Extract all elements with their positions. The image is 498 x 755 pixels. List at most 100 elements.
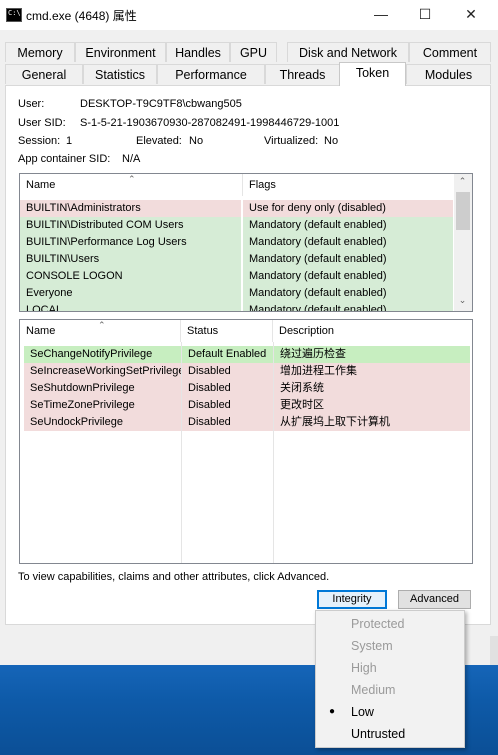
tab-statistics[interactable]: Statistics (83, 64, 157, 84)
table-row[interactable]: BUILTIN\Distributed COM Users Mandatory (… (20, 217, 454, 234)
table-row[interactable]: LOCAL Mandatory (default enabled) (20, 302, 454, 311)
privileges-status-header[interactable]: Status (181, 320, 273, 342)
table-row[interactable]: SeUndockPrivilege Disabled 从扩展坞上取下计算机 (20, 414, 472, 431)
group-flags-cell: Mandatory (default enabled) (243, 251, 453, 268)
privilege-status-cell: Disabled (182, 397, 273, 414)
menu-item-system: System (316, 635, 464, 657)
table-row[interactable]: CONSOLE LOGON Mandatory (default enabled) (20, 268, 454, 285)
privileges-list[interactable]: ⌃ Name Status Description SeChangeNotify… (19, 319, 473, 564)
privilege-status-cell: Disabled (182, 380, 273, 397)
menu-item-medium: Medium (316, 679, 464, 701)
group-flags-cell: Mandatory (default enabled) (243, 268, 453, 285)
close-button[interactable]: ✕ (448, 0, 494, 28)
tab-handles[interactable]: Handles (166, 42, 230, 62)
tab-token[interactable]: Token (339, 62, 406, 86)
title-bar[interactable]: cmd.exe (4648) 属性 — ☐ ✕ (0, 0, 498, 30)
group-name-cell: Everyone (20, 285, 241, 302)
menu-item-high: High (316, 657, 464, 679)
groups-scrollbar[interactable]: ⌃ ⌄ (454, 174, 472, 311)
properties-window: cmd.exe (4648) 属性 — ☐ ✕ Memory Environme… (0, 0, 498, 665)
app-container-sid-label: App container SID: (18, 153, 111, 165)
column-divider (181, 342, 182, 563)
menu-item-label: Protected (351, 617, 405, 631)
tab-comment[interactable]: Comment (409, 42, 491, 62)
scroll-down-icon[interactable]: ⌄ (454, 295, 471, 306)
privilege-description-cell: 更改时区 (274, 397, 470, 414)
group-flags-cell: Mandatory (default enabled) (243, 302, 453, 311)
tab-performance[interactable]: Performance (157, 64, 265, 84)
table-row[interactable]: SeChangeNotifyPrivilege Default Enabled 绕过… (20, 346, 472, 363)
window-edge-button (490, 636, 498, 665)
group-name-cell: BUILTIN\Distributed COM Users (20, 217, 241, 234)
tab-environment[interactable]: Environment (75, 42, 166, 62)
table-row[interactable]: BUILTIN\Users Mandatory (default enabled) (20, 251, 454, 268)
group-flags-cell: Mandatory (default enabled) (243, 234, 453, 251)
table-row[interactable]: BUILTIN\Performance Log Users Mandatory (… (20, 234, 454, 251)
groups-flags-header[interactable]: Flags (243, 174, 455, 196)
group-name-cell: BUILTIN\Users (20, 251, 241, 268)
privileges-name-header[interactable]: Name (20, 320, 181, 342)
integrity-button[interactable]: Integrity (317, 590, 387, 609)
privilege-name-cell: SeIncreaseWorkingSetPrivilege (24, 363, 181, 380)
privilege-status-cell: Default Enabled (182, 346, 273, 363)
scroll-up-icon[interactable]: ⌃ (454, 176, 471, 187)
tab-general[interactable]: General (5, 64, 83, 84)
privilege-name-cell: SeTimeZonePrivilege (24, 397, 181, 414)
integrity-menu[interactable]: Protected System High Medium Low ● Untrusted (315, 610, 465, 748)
radio-check-icon: ● (329, 706, 336, 717)
privilege-name-cell: SeShutdownPrivilege (24, 380, 181, 397)
table-row[interactable]: SeIncreaseWorkingSetPrivilege Disabled 增加进… (20, 363, 472, 380)
groups-name-header[interactable]: Name (20, 174, 243, 196)
session-value: 1 (66, 135, 73, 147)
group-flags-cell: Mandatory (default enabled) (243, 217, 453, 234)
privileges-description-header[interactable]: Description (273, 320, 472, 342)
privilege-name-cell: SeUndockPrivilege (24, 414, 181, 431)
column-divider (273, 342, 274, 563)
menu-item-low[interactable]: Low ● (316, 701, 464, 723)
window-title: cmd.exe (4648) 属性 (26, 9, 137, 23)
user-sid-value: S-1-5-21-1903670930-287082491-1998446729… (80, 117, 340, 129)
menu-item-label: Untrusted (351, 727, 406, 741)
tab-modules[interactable]: Modules (406, 64, 491, 84)
group-flags-cell: Mandatory (default enabled) (243, 285, 453, 302)
app-container-sid-value: N/A (122, 153, 141, 165)
privilege-description-cell: 关闭系统 (274, 380, 470, 397)
privilege-status-cell: Disabled (182, 363, 273, 380)
privilege-status-cell: Disabled (182, 414, 273, 431)
user-sid-label: User SID: (18, 117, 66, 129)
virtualized-value: No (324, 135, 339, 147)
tab-memory[interactable]: Memory (5, 42, 75, 62)
virtualized-label: Virtualized: (264, 135, 319, 147)
group-name-cell: CONSOLE LOGON (20, 268, 241, 285)
privilege-description-cell: 增加进程工作集 (274, 363, 470, 380)
advanced-button[interactable]: Advanced (398, 590, 471, 609)
privilege-description-cell: 从扩展坞上取下计算机 (274, 414, 470, 431)
table-row[interactable]: BUILTIN\Administrators Use for deny only … (20, 200, 454, 217)
scroll-thumb[interactable] (456, 192, 470, 230)
minimize-button[interactable]: — (358, 0, 404, 28)
advanced-hint-text: To view capabilities, claims and other a… (18, 571, 330, 583)
table-row[interactable]: SeTimeZonePrivilege Disabled 更改时区 (20, 397, 472, 414)
user-value: DESKTOP-T9C9TF8\cbwang505 (80, 98, 242, 110)
table-row[interactable]: SeShutdownPrivilege Disabled 关闭系统 (20, 380, 472, 397)
group-name-cell: LOCAL (20, 302, 241, 311)
group-name-cell: BUILTIN\Performance Log Users (20, 234, 241, 251)
menu-item-untrusted[interactable]: Untrusted (316, 723, 464, 745)
menu-item-label: Medium (351, 683, 396, 697)
menu-item-label: System (351, 639, 393, 653)
user-label: User: (18, 98, 45, 110)
cmd-app-icon (6, 8, 22, 22)
privilege-description-cell: 绕过遍历检查 (274, 346, 470, 363)
menu-item-label: High (351, 661, 377, 675)
menu-item-label: Low (351, 705, 374, 719)
table-row[interactable]: Everyone Mandatory (default enabled) (20, 285, 454, 302)
group-flags-cell: Use for deny only (disabled) (243, 200, 453, 217)
tab-gpu[interactable]: GPU (230, 42, 277, 62)
tab-threads[interactable]: Threads (265, 64, 340, 84)
elevated-label: Elevated: (136, 135, 182, 147)
elevated-value: No (189, 135, 204, 147)
groups-list[interactable]: ⌃ Name Flags BUILTIN\Administrators Use f… (19, 173, 473, 312)
maximize-button[interactable]: ☐ (402, 0, 448, 28)
session-label: Session: (18, 135, 61, 147)
tab-disk-and-network[interactable]: Disk and Network (287, 42, 409, 62)
